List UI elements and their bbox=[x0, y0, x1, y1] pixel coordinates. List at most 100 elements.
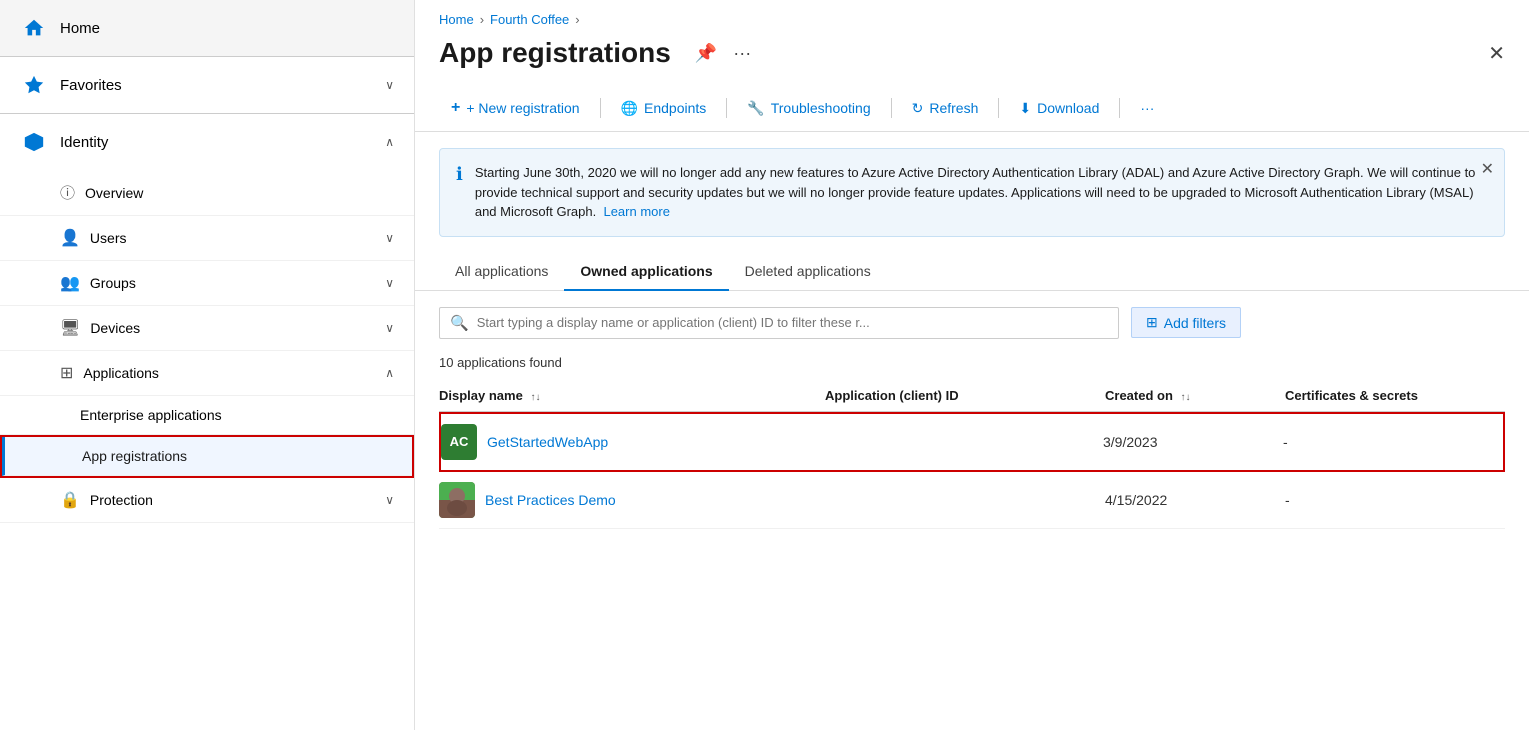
info-banner: ℹ Starting June 30th, 2020 we will no lo… bbox=[439, 148, 1505, 237]
sidebar-app-registrations-label: App registrations bbox=[82, 448, 187, 464]
sidebar-applications-label: Applications bbox=[83, 365, 385, 381]
chevron-down-icon: ∨ bbox=[385, 321, 394, 335]
new-registration-button[interactable]: + + New registration bbox=[439, 93, 592, 123]
refresh-icon: ↻ bbox=[912, 100, 924, 117]
app-name-link[interactable]: Best Practices Demo bbox=[485, 492, 616, 508]
col-created-on[interactable]: Created on ↑↓ bbox=[1105, 388, 1285, 403]
sidebar-overview-label: Overview bbox=[85, 185, 394, 201]
col-display-name[interactable]: Display name ↑↓ bbox=[439, 388, 825, 403]
groups-icon: 👥 bbox=[60, 273, 80, 293]
sidebar-item-devices[interactable]: 🖥 Devices ∨ bbox=[0, 306, 414, 351]
sidebar-protection-label: Protection bbox=[90, 492, 385, 508]
wrench-icon: 🔧 bbox=[747, 100, 764, 117]
sidebar-item-identity[interactable]: Identity ∧ bbox=[0, 114, 414, 170]
sidebar-users-label: Users bbox=[90, 230, 385, 246]
created-on-cell: 3/9/2023 bbox=[1103, 434, 1283, 450]
avatar bbox=[439, 482, 475, 518]
toolbar-more-button[interactable]: ··· bbox=[1128, 94, 1166, 122]
learn-more-link[interactable]: Learn more bbox=[603, 204, 669, 219]
table-row[interactable]: Best Practices Demo 4/15/2022 - bbox=[439, 472, 1505, 529]
app-name-link[interactable]: GetStartedWebApp bbox=[487, 434, 608, 450]
breadcrumb-sep-2: › bbox=[575, 12, 579, 27]
tab-deleted-applications[interactable]: Deleted applications bbox=[729, 253, 887, 291]
users-icon: 👤 bbox=[60, 228, 80, 248]
plus-icon: + bbox=[451, 99, 460, 117]
endpoints-button[interactable]: 🌐 Endpoints bbox=[609, 94, 719, 123]
close-button[interactable]: ✕ bbox=[1488, 41, 1505, 66]
results-count: 10 applications found bbox=[439, 355, 1505, 370]
ellipsis-icon: ··· bbox=[733, 43, 751, 63]
certs-cell: - bbox=[1285, 492, 1505, 508]
sidebar-item-users[interactable]: 👤 Users ∨ bbox=[0, 216, 414, 261]
sidebar-enterprise-apps-label: Enterprise applications bbox=[80, 407, 222, 423]
breadcrumb-fourth-coffee[interactable]: Fourth Coffee bbox=[490, 12, 569, 27]
created-on-cell: 4/15/2022 bbox=[1105, 492, 1285, 508]
app-registrations-wrapper: App registrations bbox=[0, 435, 414, 478]
identity-icon bbox=[20, 128, 48, 156]
breadcrumb-home[interactable]: Home bbox=[439, 12, 474, 27]
tab-owned-applications[interactable]: Owned applications bbox=[564, 253, 728, 291]
endpoints-icon: 🌐 bbox=[621, 100, 638, 117]
table-header: Display name ↑↓ Application (client) ID … bbox=[439, 380, 1505, 412]
chevron-up-icon: ∧ bbox=[385, 135, 394, 149]
pin-icon: 📌 bbox=[695, 43, 717, 63]
sidebar-item-overview[interactable]: ⓘ Overview bbox=[0, 170, 414, 216]
applications-icon: ⊞ bbox=[60, 363, 73, 383]
chevron-down-icon: ∨ bbox=[385, 276, 394, 290]
tab-all-applications[interactable]: All applications bbox=[439, 253, 564, 291]
banner-text: Starting June 30th, 2020 we will no long… bbox=[475, 163, 1488, 222]
search-box[interactable]: 🔍 bbox=[439, 307, 1119, 339]
add-filters-button[interactable]: ⊞ Add filters bbox=[1131, 307, 1241, 338]
chevron-down-icon: ∨ bbox=[385, 493, 394, 507]
download-button[interactable]: ⬇ Download bbox=[1007, 94, 1111, 123]
breadcrumb: Home › Fourth Coffee › bbox=[415, 0, 1529, 33]
download-label: Download bbox=[1037, 100, 1099, 116]
table-section: 10 applications found Display name ↑↓ Ap… bbox=[415, 355, 1529, 529]
sidebar-item-enterprise-applications[interactable]: Enterprise applications bbox=[0, 396, 414, 435]
home-icon bbox=[20, 14, 48, 42]
protection-icon: 🔒 bbox=[60, 490, 80, 510]
page-title: App registrations bbox=[439, 37, 671, 69]
page-header: App registrations 📌 ··· ✕ bbox=[415, 33, 1529, 85]
sidebar-item-app-registrations[interactable]: App registrations bbox=[2, 437, 412, 476]
toolbar-separator-2 bbox=[726, 98, 727, 118]
endpoints-label: Endpoints bbox=[644, 100, 706, 116]
add-filters-label: Add filters bbox=[1164, 315, 1226, 331]
sidebar-identity-label: Identity bbox=[60, 134, 385, 151]
more-icon: ··· bbox=[1140, 100, 1154, 116]
info-icon: ⓘ bbox=[60, 182, 75, 203]
devices-icon: 🖥 bbox=[60, 318, 80, 338]
toolbar: + + New registration 🌐 Endpoints 🔧 Troub… bbox=[415, 85, 1529, 132]
chevron-down-icon: ∨ bbox=[385, 231, 394, 245]
app-name-cell: AC GetStartedWebApp bbox=[441, 424, 823, 460]
search-icon: 🔍 bbox=[450, 314, 469, 332]
certs-cell: - bbox=[1283, 434, 1503, 450]
sidebar-item-home[interactable]: Home bbox=[0, 0, 414, 57]
sidebar-item-favorites[interactable]: Favorites ∨ bbox=[0, 57, 414, 114]
sidebar-favorites-label: Favorites bbox=[60, 77, 385, 94]
table-row[interactable]: AC GetStartedWebApp 3/9/2023 - bbox=[439, 412, 1505, 472]
troubleshooting-label: Troubleshooting bbox=[771, 100, 871, 116]
avatar: AC bbox=[441, 424, 477, 460]
tabs: All applications Owned applications Dele… bbox=[415, 253, 1529, 291]
info-circle-icon: ℹ bbox=[456, 164, 463, 222]
pin-button[interactable]: 📌 bbox=[687, 39, 725, 68]
troubleshooting-button[interactable]: 🔧 Troubleshooting bbox=[735, 94, 882, 123]
refresh-button[interactable]: ↻ Refresh bbox=[900, 94, 991, 123]
sort-icon-created-on: ↑↓ bbox=[1181, 392, 1191, 403]
sort-icon-display-name: ↑↓ bbox=[530, 392, 540, 403]
sidebar-item-groups[interactable]: 👥 Groups ∨ bbox=[0, 261, 414, 306]
filter-row: 🔍 ⊞ Add filters bbox=[415, 307, 1529, 355]
sidebar-devices-label: Devices bbox=[90, 320, 385, 336]
favorites-icon bbox=[20, 71, 48, 99]
more-options-button[interactable]: ··· bbox=[725, 39, 759, 68]
sidebar-home-label: Home bbox=[60, 20, 394, 37]
sidebar-groups-label: Groups bbox=[90, 275, 385, 291]
breadcrumb-sep-1: › bbox=[480, 12, 484, 27]
banner-close-button[interactable]: ✕ bbox=[1481, 159, 1494, 179]
filter-icon: ⊞ bbox=[1146, 314, 1158, 331]
col-certs: Certificates & secrets bbox=[1285, 388, 1505, 403]
search-input[interactable] bbox=[477, 315, 1108, 330]
sidebar-item-applications[interactable]: ⊞ Applications ∧ bbox=[0, 351, 414, 396]
sidebar-item-protection[interactable]: 🔒 Protection ∨ bbox=[0, 478, 414, 523]
